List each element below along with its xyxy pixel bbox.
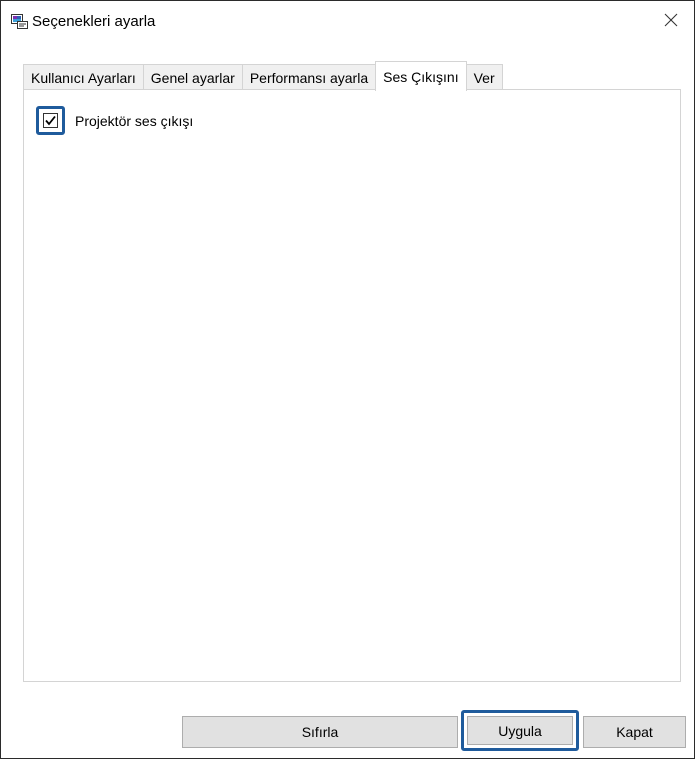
apply-button-label: Uygula	[498, 722, 542, 739]
tab-label: Kullanıcı Ayarları	[31, 69, 136, 86]
tab-label: Genel ayarlar	[150, 69, 235, 86]
title-bar: Seçenekleri ayarla	[1, 1, 694, 45]
tab-strip: Kullanıcı Ayarları Genel ayarlar Perform…	[23, 61, 503, 91]
tab-label: Ses Çıkışını	[383, 68, 459, 85]
tab-ver[interactable]: Ver	[465, 64, 503, 90]
tab-label: Ver	[473, 69, 495, 86]
tab-performance-settings[interactable]: Performansı ayarla	[241, 64, 377, 90]
settings-app-icon	[11, 14, 28, 29]
close-button-label: Kapat	[616, 724, 653, 740]
close-icon	[664, 13, 678, 30]
tab-panel-audio-output: Projektör ses çıkışı	[23, 89, 681, 682]
apply-button[interactable]: Uygula	[467, 716, 573, 745]
reset-button-label: Sıfırla	[301, 724, 339, 740]
options-dialog: Seçenekleri ayarla Kullanıcı Ayarları Ge…	[0, 0, 695, 759]
tab-audio-output[interactable]: Ses Çıkışını	[375, 61, 467, 91]
close-button[interactable]: Kapat	[583, 716, 686, 748]
tab-label: Performansı ayarla	[249, 69, 369, 86]
tab-general-settings[interactable]: Genel ayarlar	[142, 64, 243, 90]
apply-button-highlight: Uygula	[461, 710, 579, 751]
checkbox-highlight-frame	[36, 106, 65, 135]
projector-audio-checkbox[interactable]	[43, 113, 58, 128]
projector-audio-option[interactable]: Projektör ses çıkışı	[36, 106, 193, 135]
projector-audio-label: Projektör ses çıkışı	[75, 112, 194, 129]
reset-button[interactable]: Sıfırla	[182, 716, 458, 748]
dialog-button-row: Sıfırla Uygula Kapat	[1, 710, 694, 751]
window-title: Seçenekleri ayarla	[32, 13, 156, 30]
checkmark-icon	[45, 115, 56, 126]
close-window-button[interactable]	[648, 1, 694, 41]
tab-user-settings[interactable]: Kullanıcı Ayarları	[23, 64, 144, 90]
